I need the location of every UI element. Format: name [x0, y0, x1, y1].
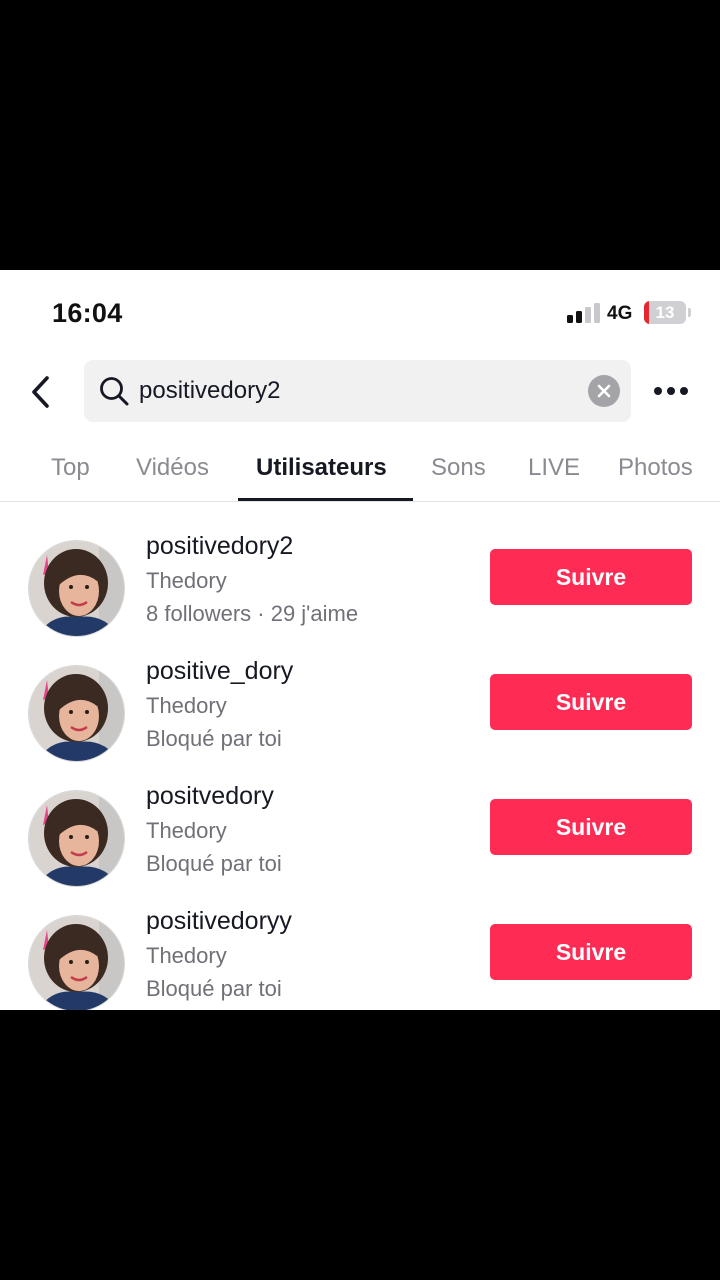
profile-photo [29, 666, 124, 761]
nickname: Thedory [146, 818, 227, 843]
nickname: Thedory [146, 693, 227, 718]
user-stats: 8 followers · 29 j'aime [146, 601, 359, 626]
active-tab-indicator [238, 498, 413, 501]
search-input[interactable] [139, 360, 579, 422]
tab-live[interactable]: LIVE [528, 445, 580, 502]
follow-button[interactable]: Suivre [490, 799, 692, 855]
tab-photos[interactable]: Photos [618, 445, 693, 502]
avatar[interactable] [28, 790, 125, 887]
battery-icon: 13 [644, 301, 686, 324]
username[interactable]: positive_dory [146, 657, 293, 686]
follow-button[interactable]: Suivre [490, 674, 692, 730]
status-bar: 16:04 4G 13 [0, 270, 720, 356]
clear-icon [597, 384, 611, 398]
avatar[interactable] [28, 540, 125, 637]
tab-sounds[interactable]: Sons [431, 445, 486, 502]
username[interactable]: positvedory [146, 782, 274, 811]
nickname: Thedory [146, 568, 227, 593]
battery-percentage: 13 [655, 303, 675, 322]
search-bar[interactable] [84, 360, 631, 422]
nickname: Thedory [146, 943, 227, 968]
letterbox-bottom [0, 1010, 720, 1280]
username[interactable]: positivedoryy [146, 907, 292, 936]
follow-button[interactable]: Suivre [490, 549, 692, 605]
chevron-left-icon [32, 376, 49, 408]
profile-photo [29, 541, 124, 636]
follow-button[interactable]: Suivre [490, 924, 692, 980]
blocked-status: Bloqué par toi [146, 851, 282, 876]
status-time: 16:04 [52, 298, 123, 328]
tab-top[interactable]: Top [51, 445, 90, 502]
battery-cap [688, 308, 691, 317]
clear-search-button[interactable] [588, 375, 620, 407]
back-button[interactable] [20, 370, 60, 414]
user-list-item[interactable]: positivedoryy Thedory Bloqué par toi Sui… [0, 903, 720, 1010]
more-options-button[interactable] [650, 374, 692, 408]
network-type: 4G [607, 303, 633, 324]
app-screen: 16:04 4G 13 positivedory2 Top Vidéos Uti… [0, 270, 720, 1010]
user-list-item[interactable]: positive_dory Thedory Bloqué par toi Sui… [0, 653, 720, 773]
letterbox-top [0, 0, 720, 270]
avatar[interactable] [28, 915, 125, 1010]
username[interactable]: positivedory2 [146, 532, 293, 561]
search-icon [100, 377, 129, 406]
search-result-tabs: Top Vidéos Utilisateurs Sons LIVE Photos [0, 445, 720, 502]
tab-users[interactable]: Utilisateurs [256, 445, 387, 502]
cellular-signal-icon [567, 303, 601, 323]
tab-videos[interactable]: Vidéos [136, 445, 209, 502]
avatar[interactable] [28, 665, 125, 762]
blocked-status: Bloqué par toi [146, 976, 282, 1001]
more-horizontal-icon [654, 387, 662, 395]
user-list-item[interactable]: positvedory Thedory Bloqué par toi Suivr… [0, 778, 720, 898]
profile-photo [29, 791, 124, 886]
profile-photo [29, 916, 124, 1010]
blocked-status: Bloqué par toi [146, 726, 282, 751]
user-list-item[interactable]: positivedory2 Thedory 8 followers · 29 j… [0, 528, 720, 648]
